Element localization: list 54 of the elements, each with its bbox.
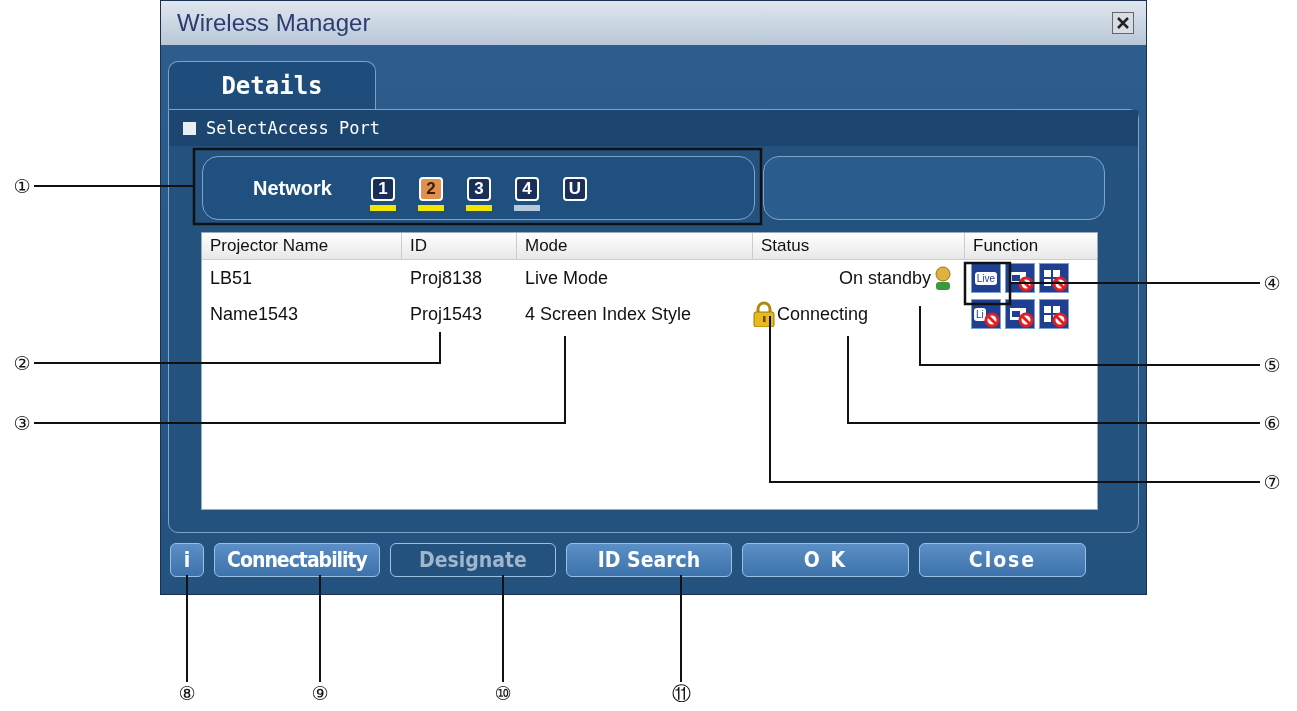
button[interactable]: Close (919, 543, 1086, 577)
prohibited-icon (1018, 276, 1034, 292)
column-header[interactable]: Function (965, 233, 1097, 259)
checkbox[interactable] (183, 121, 196, 135)
network-port-button[interactable]: 4 (514, 177, 539, 201)
function-button[interactable] (1039, 263, 1069, 293)
table-cell: On standby (838, 267, 931, 289)
table-cell-text: Proj1543 (409, 303, 484, 325)
prohibited-icon (984, 312, 1000, 328)
table-cell-text: Live Mode (524, 267, 610, 289)
prohibited-icon (1018, 312, 1034, 328)
person-icon (933, 266, 953, 290)
callout-number: ⑨ (310, 682, 330, 704)
function-button[interactable] (1005, 299, 1035, 329)
callout-number: ⑩ (493, 682, 513, 704)
close-button[interactable] (1112, 12, 1134, 34)
function-button[interactable] (1039, 299, 1069, 329)
callout-number: ④ (1262, 272, 1282, 294)
network-port-button[interactable]: 2 (418, 177, 443, 201)
column-header[interactable]: Mode (517, 233, 753, 259)
callout-number: ⑦ (1262, 471, 1282, 493)
info-button[interactable]: i (170, 543, 204, 577)
window-title: Wireless Manager (177, 9, 371, 37)
table-cell: Connecting (777, 303, 869, 325)
table-cell-text: Proj8138 (409, 267, 484, 289)
button[interactable]: Connectability (214, 543, 380, 577)
callout-number: ⑤ (1262, 354, 1282, 376)
function-button[interactable]: Live (971, 263, 1001, 293)
column-header[interactable]: Status (753, 233, 965, 259)
highlight-frame (963, 261, 1012, 306)
tab[interactable]: Details (168, 61, 376, 109)
table-cell-text: Name1543 (209, 303, 300, 325)
table-cell-text: LB51 (209, 267, 254, 289)
function-button[interactable]: Li (971, 299, 1001, 329)
callout-number: ③ (12, 412, 32, 434)
column-header[interactable]: Projector Name (202, 233, 402, 259)
checkbox-label: SelectAccess Port (206, 118, 380, 138)
prohibited-icon (1052, 276, 1068, 292)
network-label: Network (253, 176, 332, 200)
callout-number: ⑪ (670, 682, 692, 704)
table-cell-text: 4 Screen Index Style (524, 303, 693, 325)
close-icon (1116, 16, 1130, 30)
column-header[interactable]: ID (402, 233, 517, 259)
prohibited-icon (1052, 312, 1068, 328)
network-port-button[interactable]: 1 (370, 177, 395, 201)
network-port-button[interactable]: 3 (466, 177, 491, 201)
callout-number: ① (12, 175, 32, 197)
button[interactable]: ID Search (566, 543, 732, 577)
callout-number: ② (12, 352, 32, 374)
callout-number: ⑥ (1262, 412, 1282, 434)
button[interactable]: O K (742, 543, 909, 577)
callout-number: ⑧ (177, 682, 197, 704)
network-port-button[interactable]: U (562, 177, 587, 201)
padlock-icon (753, 301, 775, 327)
